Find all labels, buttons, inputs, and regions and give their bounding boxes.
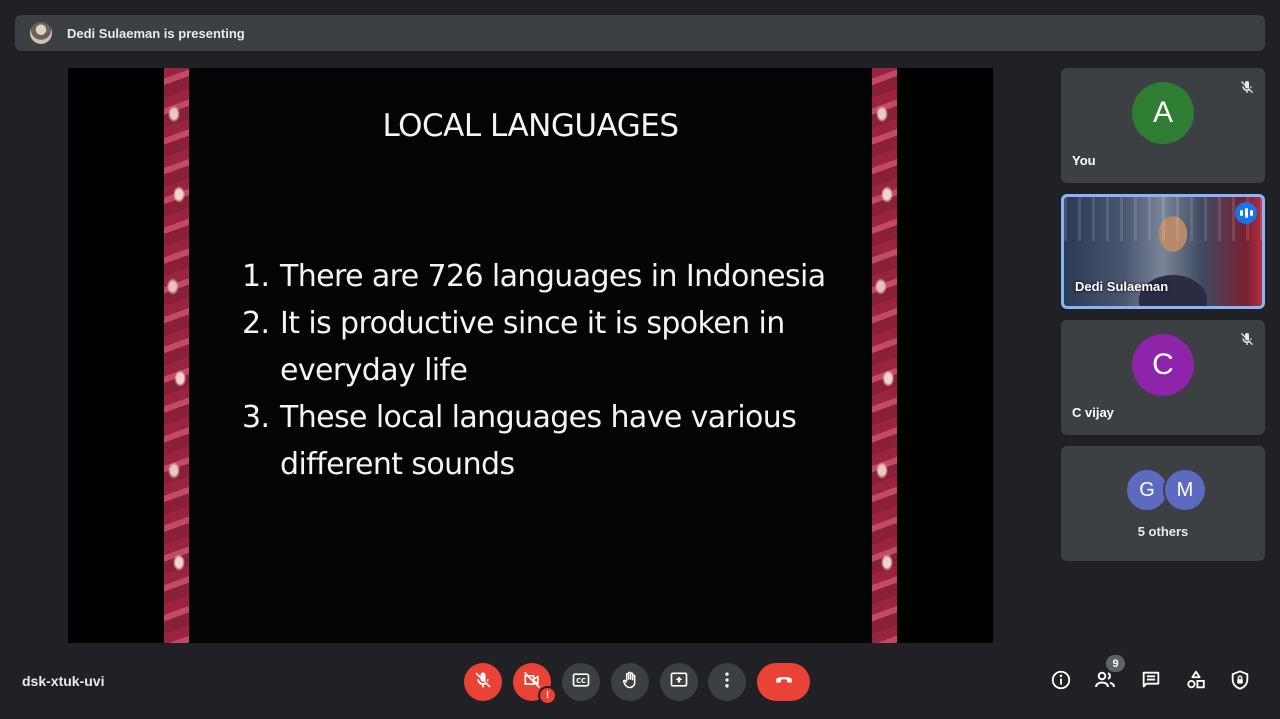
meeting-code: dsk-xtuk-uvi <box>22 673 105 689</box>
svg-text:CC: CC <box>576 676 586 684</box>
camera-alert-badge: ! <box>538 686 557 705</box>
participant-count-badge: 9 <box>1106 655 1125 672</box>
presentation-stage: LOCAL LANGUAGES 1. There are 726 languag… <box>68 68 993 643</box>
end-call-button[interactable] <box>757 663 810 701</box>
participant-tile-presenter[interactable]: Dedi Sulaeman <box>1061 194 1265 309</box>
list-text: These local languages have various diffe… <box>280 400 797 482</box>
slide-title: LOCAL LANGUAGES <box>382 108 679 144</box>
speaking-indicator-icon <box>1235 202 1257 224</box>
participant-tile-c-vijay[interactable]: C C vijay <box>1061 320 1265 435</box>
chat-button[interactable] <box>1137 668 1165 696</box>
presenter-avatar <box>30 22 52 44</box>
raise-hand-button[interactable] <box>611 663 649 701</box>
slide-list-item: 1. There are 726 languages in Indonesia <box>242 253 852 300</box>
more-options-button[interactable] <box>708 663 746 701</box>
list-number: 3. <box>242 400 270 435</box>
host-controls-button[interactable] <box>1226 668 1254 696</box>
people-button[interactable] <box>1091 668 1119 696</box>
camera-toggle-button[interactable]: ! <box>513 663 557 705</box>
activities-button[interactable] <box>1182 668 1210 696</box>
info-icon <box>1050 669 1072 696</box>
mic-off-icon <box>1237 77 1257 97</box>
list-text: It is productive since it is spoken in e… <box>280 306 785 388</box>
list-number: 1. <box>242 259 270 294</box>
mic-off-icon <box>1237 329 1257 349</box>
others-avatars: G M <box>1125 468 1207 512</box>
closed-captions-icon: CC <box>571 670 591 695</box>
avatar: C <box>1132 334 1194 396</box>
slide-list-item: 3. These local languages have various di… <box>242 394 852 488</box>
call-end-icon <box>772 668 796 697</box>
slide: LOCAL LANGUAGES 1. There are 726 languag… <box>164 68 897 643</box>
presenter-banner: Dedi Sulaeman is presenting <box>15 15 1265 51</box>
others-count-label: 5 others <box>1137 524 1189 539</box>
meeting-details-button[interactable] <box>1047 668 1075 696</box>
slide-border-left <box>164 68 189 643</box>
captions-button[interactable]: CC <box>562 663 600 701</box>
list-number: 2. <box>242 306 270 341</box>
avatar: M <box>1163 468 1207 512</box>
presenter-banner-text: Dedi Sulaeman is presenting <box>67 25 245 41</box>
participant-tile-you[interactable]: A You <box>1061 68 1265 183</box>
raise-hand-icon <box>620 670 640 695</box>
list-text: There are 726 languages in Indonesia <box>280 259 826 294</box>
slide-list: 1. There are 726 languages in Indonesia … <box>242 253 852 488</box>
present-screen-button[interactable] <box>660 663 698 701</box>
more-options-icon <box>717 670 737 695</box>
mic-toggle-button[interactable] <box>464 663 502 701</box>
present-screen-icon <box>669 670 689 695</box>
participant-name: C vijay <box>1072 405 1114 420</box>
mic-off-icon <box>473 670 493 695</box>
avatar: A <box>1132 82 1194 144</box>
host-controls-icon <box>1229 669 1251 696</box>
participant-tile-others[interactable]: G M 5 others <box>1061 446 1265 561</box>
chat-icon <box>1140 669 1162 696</box>
activities-icon <box>1185 669 1207 696</box>
participant-name: You <box>1072 153 1096 168</box>
slide-border-right <box>872 68 897 643</box>
participant-name: Dedi Sulaeman <box>1075 279 1169 294</box>
slide-list-item: 2. It is productive since it is spoken i… <box>242 300 852 394</box>
